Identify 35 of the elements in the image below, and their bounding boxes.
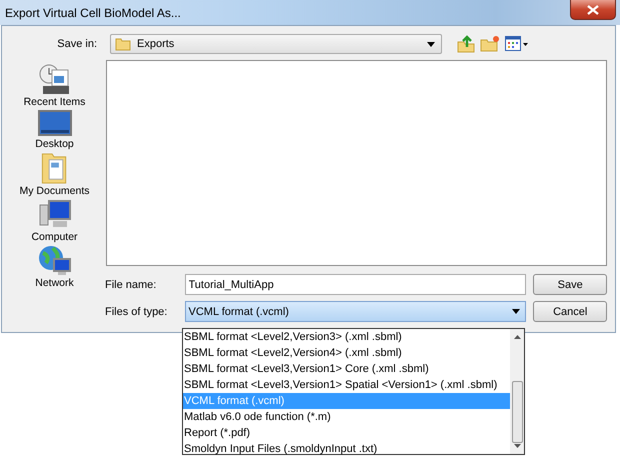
scrollbar[interactable]: [510, 329, 524, 454]
file-type-option[interactable]: Smoldyn Input Files (.smoldynInput .txt): [183, 441, 510, 456]
close-button[interactable]: [570, 0, 616, 20]
view-menu-icon[interactable]: [505, 36, 529, 52]
file-type-option[interactable]: SBML format <Level2,Version3> (.xml .sbml): [183, 329, 510, 345]
file-type-option[interactable]: SBML format <Level3,Version1> Spatial <Version1> (.xml .sbml): [183, 377, 510, 393]
window-title: Export Virtual Cell BioModel As...: [5, 6, 181, 20]
new-folder-icon[interactable]: [480, 35, 500, 53]
file-type-option[interactable]: SBML format <Level2,Version4> (.xml .sbml): [183, 345, 510, 361]
folder-icon: [115, 36, 131, 52]
file-type-option[interactable]: Matlab v6.0 ode function (*.m): [183, 409, 510, 425]
places-item[interactable]: Computer: [11, 199, 98, 243]
places-item[interactable]: My Documents: [11, 152, 98, 197]
save-in-label: Save in:: [56, 38, 98, 50]
file-type-dropdown[interactable]: VCML format (.vcml): [184, 301, 526, 322]
file-type-option[interactable]: Report (*.pdf): [183, 425, 510, 441]
scroll-up-icon: [514, 335, 520, 339]
clock-documents-icon: [38, 64, 72, 96]
caret-icon: [427, 42, 435, 46]
up-folder-icon[interactable]: [457, 35, 475, 53]
cancel-button[interactable]: Cancel: [533, 301, 608, 322]
file-name-field[interactable]: Tutorial_MultiApp: [184, 274, 526, 295]
close-icon: [587, 4, 599, 14]
save-in-dropdown[interactable]: Exports: [110, 34, 442, 54]
caret-icon: [512, 309, 520, 314]
save-button[interactable]: Save: [533, 274, 607, 295]
places-item[interactable]: Recent Items: [11, 64, 98, 108]
places-item[interactable]: Network: [11, 245, 98, 289]
file-type-option[interactable]: SBML format <Level3,Version1> Core (.xml .sbml): [183, 361, 510, 377]
places-item[interactable]: Desktop: [11, 110, 98, 150]
globe-monitor-icon: [38, 245, 72, 277]
files-of-type-label: Files of type:: [105, 306, 168, 318]
scroll-thumb[interactable]: [512, 380, 522, 442]
file-name-label: File name:: [105, 278, 158, 290]
desktop-icon: [38, 110, 72, 138]
